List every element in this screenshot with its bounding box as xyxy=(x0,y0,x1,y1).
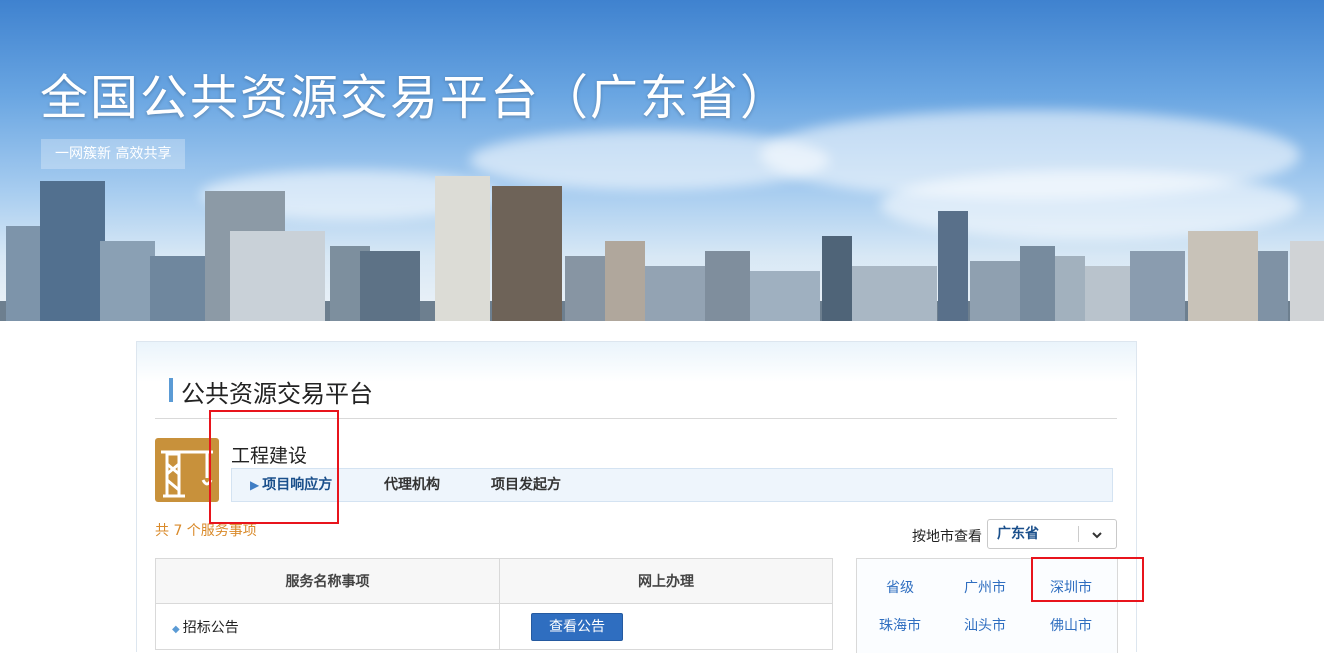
divider xyxy=(1078,526,1079,542)
action-cell: 查看公告 xyxy=(499,603,833,650)
region-selected-value: 广东省 xyxy=(997,526,1039,542)
table-header-row: 服务名称事项 网上办理 xyxy=(155,558,833,604)
city-list: 省级 广州市 深圳市 珠海市 汕头市 佛山市 xyxy=(856,558,1118,653)
region-filter-label: 按地市查看 xyxy=(912,529,982,545)
tab-project-responder[interactable]: ▶ 项目响应方 xyxy=(250,469,332,501)
tab-project-initiator[interactable]: 项目发起方 xyxy=(491,469,561,501)
crane-icon xyxy=(155,438,219,502)
category-name: 工程建设 xyxy=(231,445,308,467)
service-count: 共 7 个服务事项 xyxy=(155,523,257,539)
tab-agency[interactable]: 代理机构 xyxy=(384,469,440,501)
city-link-provincial[interactable]: 省级 xyxy=(865,577,935,597)
slogan-badge: 一网簇新 高效共享 xyxy=(41,139,186,169)
chevron-down-icon xyxy=(1091,520,1103,548)
region-select[interactable]: 广东省 xyxy=(987,519,1117,549)
role-tabs: ▶ 项目响应方 代理机构 项目发起方 xyxy=(231,468,1113,502)
section-title: 公共资源交易平台 xyxy=(169,374,373,409)
service-name-cell: ◆ 招标公告 xyxy=(155,603,500,650)
header-banner: 全国公共资源交易平台（广东省） 一网簇新 高效共享 xyxy=(0,0,1324,321)
service-table: 服务名称事项 网上办理 ◆ 招标公告 查看公告 xyxy=(155,558,833,650)
tab-label: 项目响应方 xyxy=(262,477,333,493)
view-notice-button[interactable]: 查看公告 xyxy=(531,612,623,641)
bullet-icon: ◆ xyxy=(172,623,180,635)
city-link-shenzhen[interactable]: 深圳市 xyxy=(1036,577,1106,597)
column-header: 服务名称事项 xyxy=(155,558,500,604)
play-arrow-icon: ▶ xyxy=(250,478,260,492)
city-link-foshan[interactable]: 佛山市 xyxy=(1036,615,1106,635)
city-link-shantou[interactable]: 汕头市 xyxy=(950,615,1020,635)
platform-title: 全国公共资源交易平台（广东省） xyxy=(40,70,791,126)
service-name: 招标公告 xyxy=(182,619,239,636)
column-header: 网上办理 xyxy=(499,558,833,604)
city-skyline-image xyxy=(0,176,1324,321)
table-row: ◆ 招标公告 查看公告 xyxy=(155,603,833,650)
city-link-guangzhou[interactable]: 广州市 xyxy=(950,577,1020,597)
main-panel: 公共资源交易平台 工程建设 ▶ 项目响应方 代理机构 项目发起方 共 7 个服务事… xyxy=(136,341,1137,653)
divider xyxy=(155,418,1117,419)
city-link-zhuhai[interactable]: 珠海市 xyxy=(865,615,935,635)
